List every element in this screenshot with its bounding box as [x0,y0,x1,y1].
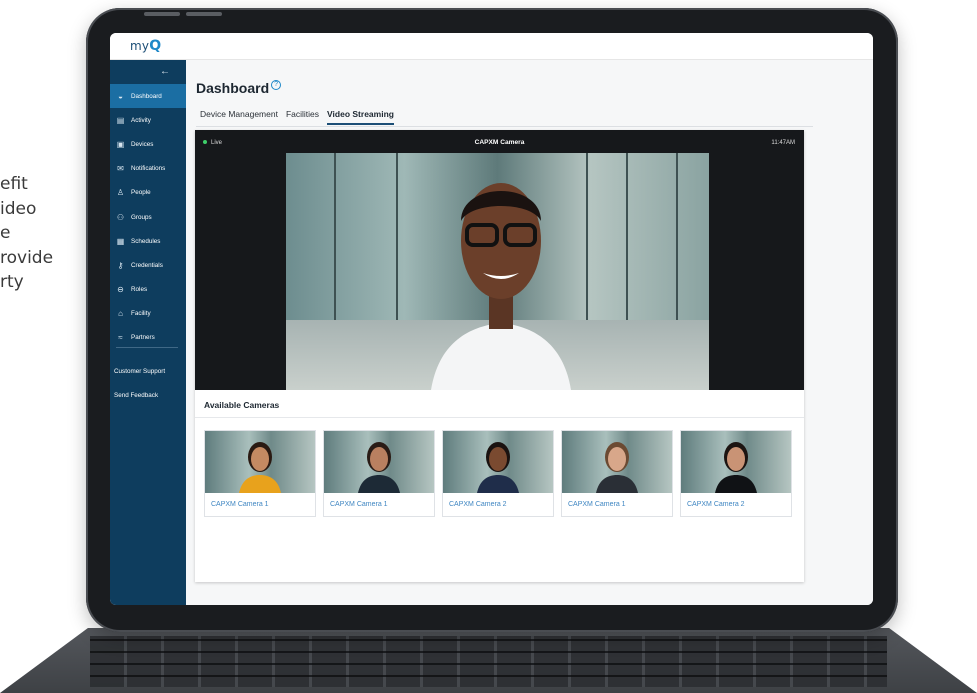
camera-card[interactable]: CAPXM Camera 2 [680,430,792,517]
camera-thumbnail [324,431,434,493]
keyboard [0,628,977,693]
person-thumbnail [358,442,400,493]
camera-feed [286,153,709,390]
sidebar-item-notifications[interactable]: ✉ Notifications [110,157,186,181]
sidebar-item-label: Groups [131,213,152,221]
person-thumbnail [477,442,519,493]
app-logo[interactable]: myQ [130,38,161,54]
dashboard-icon: ◒ [118,91,123,101]
tab-divider [196,126,813,127]
collapse-sidebar-icon[interactable]: ← [160,66,170,77]
activity-icon: ▤ [116,115,125,125]
sidebar-item-facility[interactable]: ⌂ Facility [110,302,186,326]
person-thumbnail [596,442,638,493]
sidebar: ← ◒ Dashboard ▤ Activity ▣ Devices ✉ Notificati… [110,60,186,605]
available-cameras-title: Available Cameras [204,400,280,410]
camera-label[interactable]: CAPXM Camera 1 [324,493,434,508]
sidebar-item-activity[interactable]: ▤ Activity [110,108,186,132]
sidebar-item-label: Notifications [131,165,166,173]
group-icon: ⚇ [116,212,125,222]
tab-bar: Device Management Facilities Video Strea… [200,109,402,125]
devices-icon: ▣ [116,139,125,149]
tab-device-management[interactable]: Device Management [200,109,278,125]
camera-list: CAPXM Camera 1 CAPXM Camera 1 CAPXM Camera… [204,430,799,517]
sidebar-item-dashboard[interactable]: ◒ Dashboard [110,84,186,109]
camera-thumbnail [205,431,315,493]
sidebar-item-credentials[interactable]: ⚷ Credentials [110,253,186,277]
page-title-text: Dashboard [196,80,270,96]
customer-support-link[interactable]: Customer Support [114,368,165,375]
camera-card[interactable]: CAPXM Camera 1 [204,430,316,517]
key-icon: ⚷ [117,260,124,270]
camera-thumbnail [681,431,791,493]
envelope-icon: ✉ [117,164,124,174]
sidebar-item-groups[interactable]: ⚇ Groups [110,205,186,229]
camera-thumbnail [443,431,553,493]
sidebar-item-label: Partners [131,334,155,342]
cameras-divider [195,417,804,418]
camera-label[interactable]: CAPXM Camera 1 [562,493,672,508]
sidebar-item-label: Activity [131,116,151,124]
handshake-icon: ≈ [118,333,123,343]
role-icon: ⊖ [117,285,124,295]
camera-thumbnail [562,431,672,493]
tablet-button [186,12,222,16]
person-thumbnail [715,442,757,493]
camera-label[interactable]: CAPXM Camera 1 [205,493,315,508]
camera-card[interactable]: CAPXM Camera 1 [561,430,673,517]
sidebar-item-roles[interactable]: ⊖ Roles [110,278,186,302]
sidebar-item-label: Schedules [131,237,161,245]
sidebar-item-label: Roles [131,286,148,294]
video-player[interactable]: Live CAPXM Camera 11:47AM [195,130,804,390]
top-bar: myQ [110,33,873,60]
current-camera-name: CAPXM Camera [474,139,525,146]
app-screen: myQ ← ◒ Dashboard ▤ Activity ▣ Devices ✉ Notifi… [110,33,873,605]
sidebar-nav: ◒ Dashboard ▤ Activity ▣ Devices ✉ Notification… [110,84,186,350]
sidebar-item-devices[interactable]: ▣ Devices [110,132,186,156]
sidebar-item-label: People [131,189,151,197]
help-icon[interactable]: ? [271,80,282,90]
camera-label[interactable]: CAPXM Camera 2 [443,493,553,508]
video-panel: Live CAPXM Camera 11:47AM Available Came… [195,130,804,582]
sidebar-item-label: Credentials [131,261,163,269]
tablet-button [144,12,180,16]
camera-card[interactable]: CAPXM Camera 1 [323,430,435,517]
tab-video-streaming[interactable]: Video Streaming [327,109,394,125]
sidebar-divider [116,347,178,348]
main-content: Dashboard? Device Management Facilities … [186,60,873,605]
marketing-copy: efit ideo e rovide rty [0,174,54,292]
logo-mark: Q [149,38,162,54]
stream-time: 11:47AM [771,140,795,146]
logo-text: my [130,39,150,53]
sidebar-item-label: Devices [131,140,154,148]
sidebar-item-label: Facility [131,310,151,318]
sidebar-item-label: Dashboard [131,92,162,100]
send-feedback-link[interactable]: Send Feedback [114,392,158,399]
calendar-icon: ▦ [116,236,125,246]
camera-label[interactable]: CAPXM Camera 2 [681,493,791,508]
page-title: Dashboard? [196,80,282,96]
person-thumbnail [239,442,281,493]
sidebar-item-people[interactable]: ♙ People [110,181,186,205]
sidebar-item-schedules[interactable]: ▦ Schedules [110,229,186,253]
camera-card[interactable]: CAPXM Camera 2 [442,430,554,517]
building-icon: ⌂ [118,309,123,319]
person-icon: ♙ [116,188,125,198]
product-mockup: efit ideo e rovide rty myQ ← ◒ Dashboard ▤… [0,0,977,693]
person-in-feed [431,183,571,390]
tab-facilities[interactable]: Facilities [286,109,319,125]
